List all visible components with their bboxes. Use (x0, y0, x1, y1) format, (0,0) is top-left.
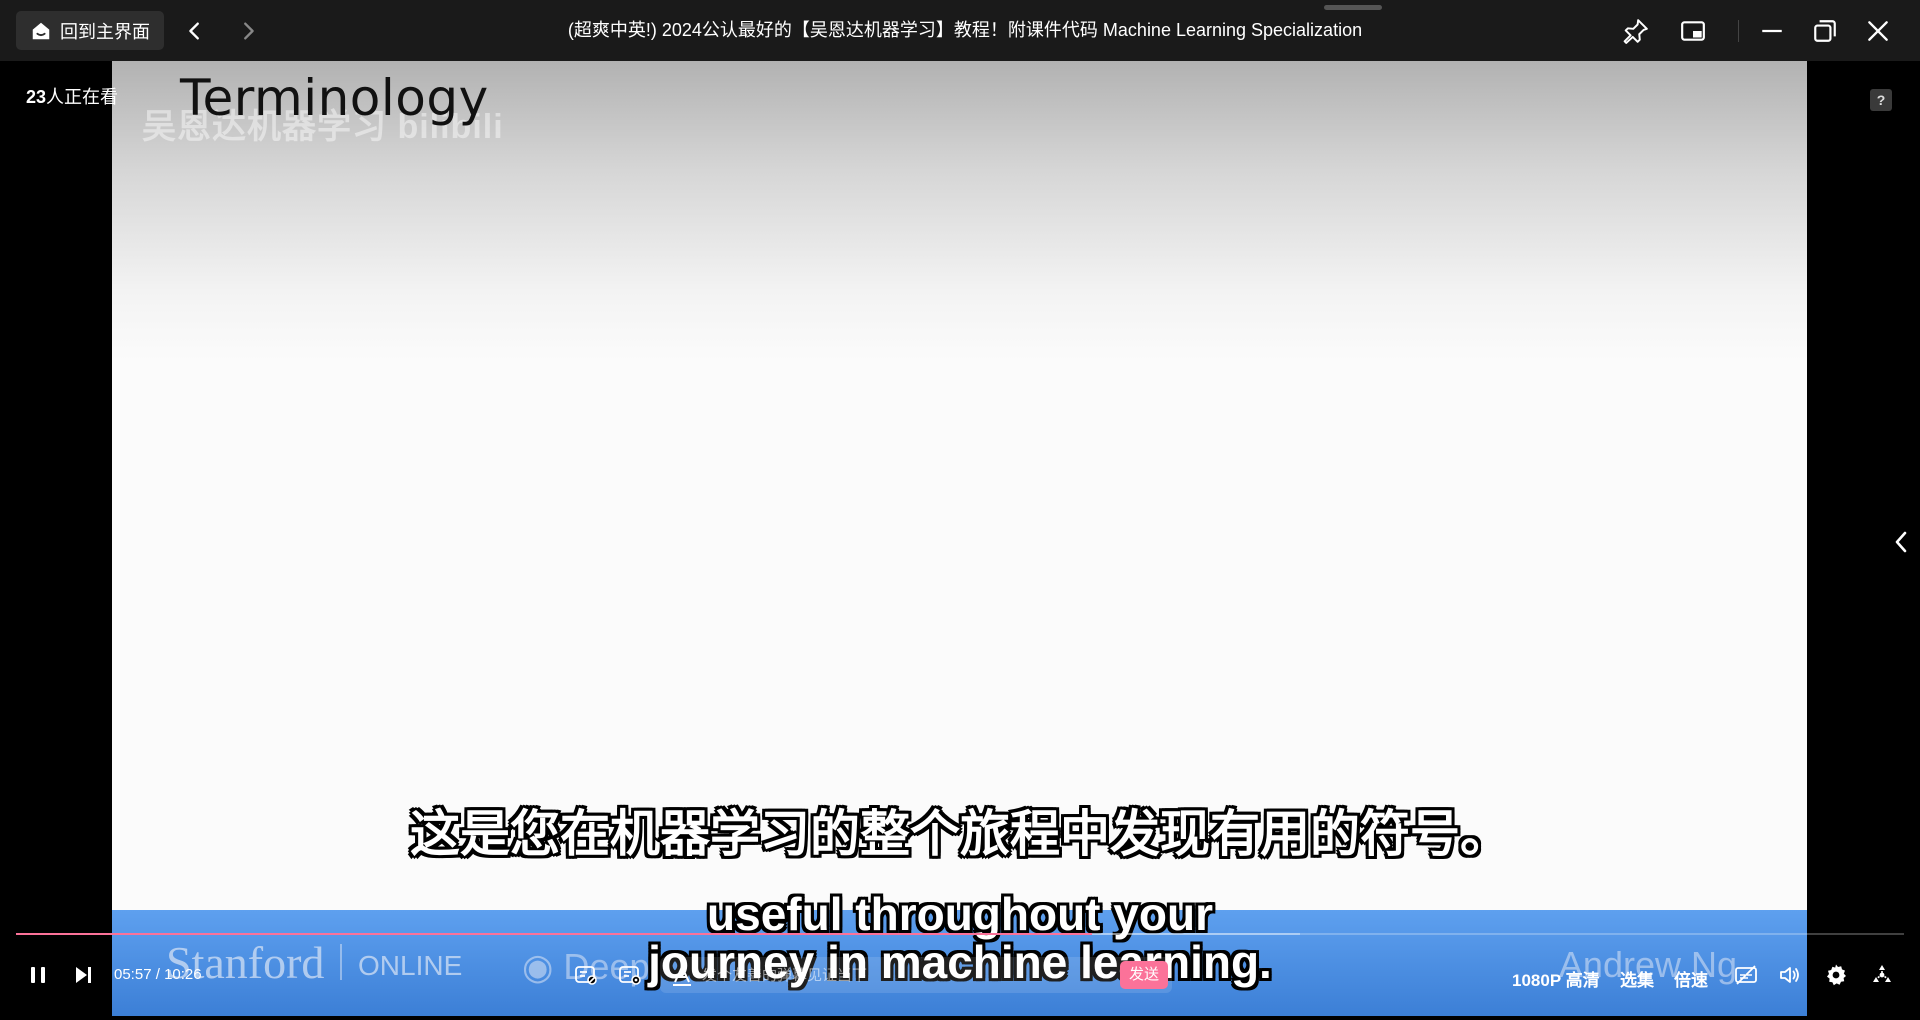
home-button[interactable]: 回到主界面 (16, 11, 164, 50)
slide-title: Terminology (180, 69, 489, 127)
viewers-number: 23 (26, 87, 47, 107)
window-title: (超爽中英!) 2024公认最好的【吴恩达机器学习】教程！附课件代码 Machi… (567, 20, 1363, 40)
minimize-icon (1762, 29, 1782, 33)
forward-button[interactable] (231, 14, 265, 48)
send-danmaku-button[interactable]: 发送 (1120, 961, 1168, 989)
next-icon (76, 967, 91, 983)
volume-button[interactable] (1772, 957, 1808, 993)
progress-played (16, 933, 1093, 935)
progress-bar[interactable] (16, 933, 1904, 935)
danmaku-input[interactable] (700, 957, 1090, 993)
chevron-right-icon (244, 22, 254, 40)
volume-icon (1780, 967, 1799, 983)
danmaku-settings-button[interactable] (612, 957, 648, 993)
gear-icon (1827, 964, 1846, 986)
pin-button[interactable] (1618, 13, 1654, 49)
feedback-icon[interactable]: ? (1870, 89, 1892, 111)
time-display: 05:57 / 10:26 (114, 966, 202, 983)
picture-in-picture-button[interactable] (1675, 13, 1711, 49)
time-separator: / (155, 966, 160, 983)
duration: 10:26 (164, 966, 202, 983)
next-episode-button[interactable] (65, 957, 101, 993)
settings-button[interactable] (1818, 957, 1854, 993)
pause-button[interactable] (20, 957, 56, 993)
titlebar-divider (1738, 20, 1739, 42)
video-player[interactable]: 吴恩达机器学习 bilibili Terminology Stanford ON… (0, 61, 1920, 1020)
fullscreen-icon (1873, 965, 1891, 982)
danmaku-toggle-button[interactable] (568, 957, 604, 993)
minimize-button[interactable] (1754, 13, 1790, 49)
back-button[interactable] (178, 14, 212, 48)
close-icon (1868, 21, 1888, 41)
close-button[interactable] (1860, 13, 1896, 49)
fullscreen-button[interactable] (1864, 957, 1900, 993)
viewers-label: 人正在看 (46, 87, 119, 107)
subtitle-chinese: 这是您在机器学习的整个旅程中发现有用的符号。 (410, 806, 1510, 862)
current-time: 05:57 (114, 966, 152, 983)
control-bar: 05:57 / 10:26 发个友善的弹幕见证当下 发送 1080P 高清 选集… (0, 941, 1920, 1016)
subtitle-off-icon (1735, 965, 1757, 985)
home-icon (32, 22, 50, 39)
pin-icon (1623, 19, 1648, 44)
side-panel-chevron-icon[interactable] (1890, 527, 1912, 557)
picture-in-picture-icon (1681, 21, 1705, 41)
title-bar: 回到主界面 (超爽中英!) 2024公认最好的【吴恩达机器学习】教程！附课件代码… (0, 0, 1920, 61)
danmaku-settings-icon (619, 966, 641, 985)
speed-button[interactable]: 倍速 (1674, 966, 1708, 991)
danmaku-input-box: 发送 (660, 957, 1172, 993)
restore-button[interactable] (1807, 13, 1843, 49)
restore-icon (1814, 20, 1836, 42)
danmaku-style-icon[interactable] (670, 963, 694, 987)
danmaku-toggle-icon (575, 966, 597, 985)
viewers-count: 23人正在看 (26, 83, 118, 109)
home-button-label: 回到主界面 (60, 21, 150, 42)
chevron-left-icon (189, 22, 199, 40)
video-frame[interactable]: 吴恩达机器学习 bilibili Terminology Stanford ON… (112, 61, 1807, 1016)
episodes-button[interactable]: 选集 (1620, 966, 1654, 991)
pause-icon (31, 967, 45, 983)
quality-button[interactable]: 1080P 高清 (1512, 966, 1600, 991)
subtitle-toggle-button[interactable] (1728, 957, 1764, 993)
